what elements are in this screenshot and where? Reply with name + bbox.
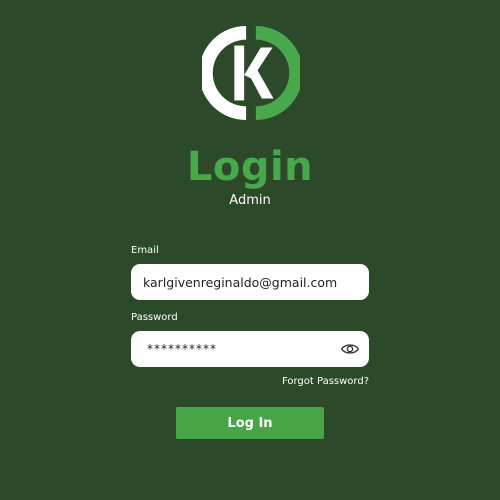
email-field[interactable] xyxy=(131,264,369,300)
password-field-container xyxy=(131,331,369,367)
k-logo-icon xyxy=(202,25,300,121)
email-label: Email xyxy=(131,245,159,256)
login-page: Login Admin Email Password Forgot Passwo… xyxy=(0,0,500,500)
email-field-container xyxy=(131,264,369,300)
password-field[interactable] xyxy=(131,331,369,367)
page-title: Login xyxy=(186,144,314,190)
forgot-password-link[interactable]: Forgot Password? xyxy=(282,376,369,388)
login-button[interactable]: Log In xyxy=(176,407,324,439)
eye-icon[interactable] xyxy=(341,342,359,356)
page-subtitle: Admin xyxy=(229,193,271,208)
password-label: Password xyxy=(131,312,178,323)
